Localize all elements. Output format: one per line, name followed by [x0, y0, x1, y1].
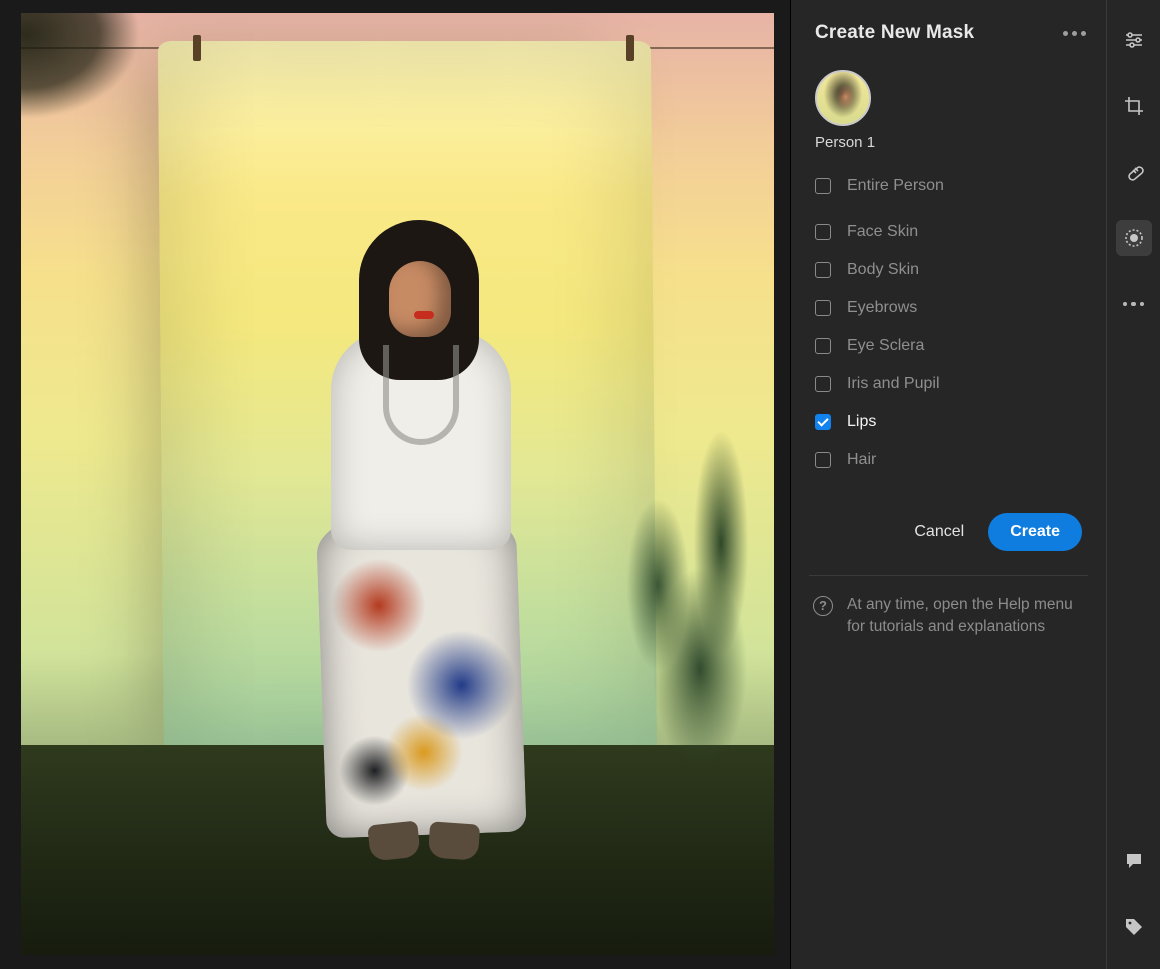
more-icon[interactable] — [1116, 286, 1152, 322]
checkbox[interactable] — [815, 300, 831, 316]
mask-option-label: Body Skin — [847, 261, 919, 279]
checkbox[interactable] — [815, 414, 831, 430]
checkbox[interactable] — [815, 452, 831, 468]
app-root: Create New Mask Person 1 Entire Person Fa… — [0, 0, 1160, 969]
tree-silhouette — [21, 13, 181, 153]
mask-option-lips[interactable]: Lips — [815, 403, 1082, 441]
edit-sliders-icon[interactable] — [1116, 22, 1152, 58]
healing-icon[interactable] — [1116, 154, 1152, 190]
checkbox[interactable] — [815, 338, 831, 354]
mask-option-label: Lips — [847, 413, 876, 431]
mask-option-hair[interactable]: Hair — [815, 441, 1082, 479]
person-label: Person 1 — [815, 134, 1082, 151]
masking-icon[interactable] — [1116, 220, 1152, 256]
figure-lips — [414, 311, 434, 319]
mask-option-label: Eyebrows — [847, 299, 917, 317]
tool-rail — [1106, 0, 1160, 969]
create-button[interactable]: Create — [988, 513, 1082, 551]
checkbox[interactable] — [815, 262, 831, 278]
clothespin — [193, 35, 201, 61]
mask-option-eyebrows[interactable]: Eyebrows — [815, 289, 1082, 327]
mask-option-label: Eye Sclera — [847, 337, 924, 355]
comment-icon[interactable] — [1116, 843, 1152, 879]
mask-option-label: Iris and Pupil — [847, 375, 940, 393]
mask-option-entire-person[interactable]: Entire Person — [815, 167, 1082, 209]
person-avatar[interactable] — [815, 70, 871, 126]
mask-option-body-skin[interactable]: Body Skin — [815, 251, 1082, 289]
checkbox[interactable] — [815, 376, 831, 392]
photo-preview — [21, 13, 774, 955]
figure-necklace — [383, 345, 459, 445]
figure-shoe — [427, 821, 479, 860]
mask-panel: Create New Mask Person 1 Entire Person Fa… — [790, 0, 1106, 969]
checkbox[interactable] — [815, 178, 831, 194]
hint-text: At any time, open the Help menu for tuto… — [847, 594, 1084, 637]
mask-option-label: Hair — [847, 451, 876, 469]
checkbox[interactable] — [815, 224, 831, 240]
cactus — [616, 375, 756, 795]
figure-face — [389, 261, 451, 337]
cancel-button[interactable]: Cancel — [914, 523, 964, 541]
mask-option-iris-and-pupil[interactable]: Iris and Pupil — [815, 365, 1082, 403]
help-icon[interactable]: ? — [813, 596, 833, 616]
mask-option-label: Face Skin — [847, 223, 918, 241]
panel-menu-icon[interactable] — [1063, 31, 1086, 36]
mask-option-label: Entire Person — [847, 177, 944, 195]
tag-icon[interactable] — [1116, 909, 1152, 945]
mask-option-face-skin[interactable]: Face Skin — [815, 213, 1082, 251]
figure-skirt — [315, 501, 526, 838]
crop-icon[interactable] — [1116, 88, 1152, 124]
panel-title: Create New Mask — [815, 22, 974, 44]
clothespin — [626, 35, 634, 61]
mask-part-options: Entire Person Face Skin Body Skin Eyebrows E… — [791, 155, 1106, 479]
canvas-area[interactable] — [0, 0, 790, 969]
figure-shoe — [367, 820, 420, 861]
hint-row: ? At any time, open the Help menu for tu… — [791, 576, 1106, 655]
mask-option-eye-sclera[interactable]: Eye Sclera — [815, 327, 1082, 365]
